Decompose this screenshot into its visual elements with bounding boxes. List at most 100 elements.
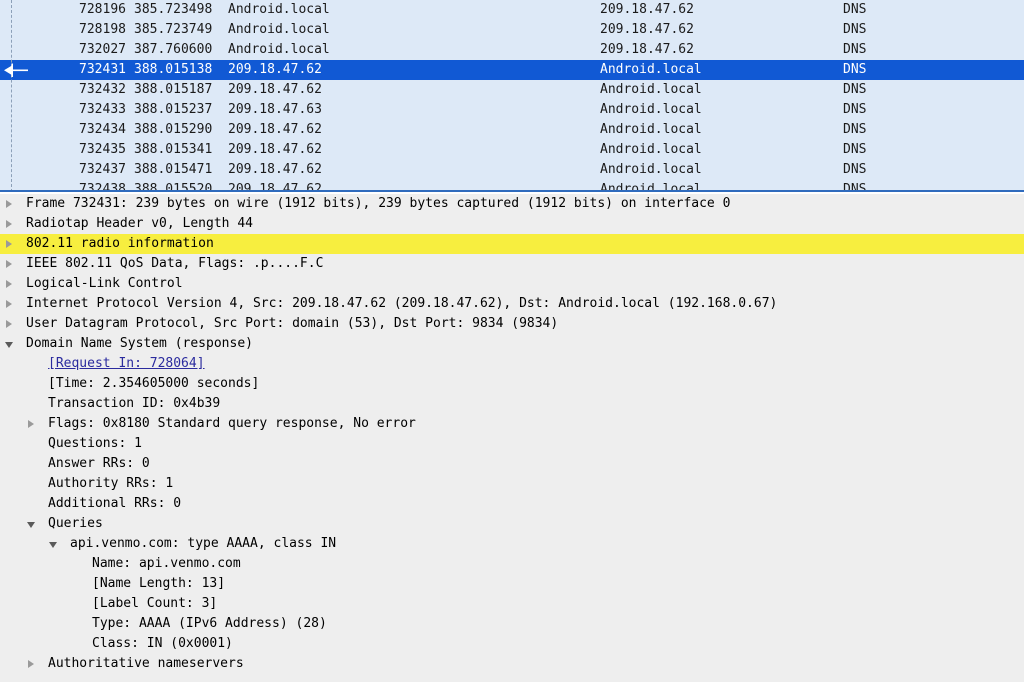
packet-no: 732437 [40, 160, 126, 180]
disclosure-triangle-right-icon[interactable] [2, 254, 16, 274]
packet-protocol: DNS [843, 60, 866, 80]
packet-detail-row[interactable]: Class: IN (0x0001) [0, 634, 1024, 654]
packet-detail-row[interactable]: User Datagram Protocol, Src Port: domain… [0, 314, 1024, 334]
packet-detail-label: [Label Count: 3] [92, 594, 217, 614]
packet-detail-label: Authority RRs: 1 [48, 474, 173, 494]
packet-list-row[interactable]: 732432388.015187209.18.47.62Android.loca… [0, 80, 1024, 100]
packet-detail-row[interactable]: Transaction ID: 0x4b39 [0, 394, 1024, 414]
disclosure-triangle-right-icon[interactable] [2, 194, 16, 214]
packet-time: 385.723749 [134, 20, 222, 40]
packet-destination: Android.local [600, 140, 702, 160]
packet-detail-row[interactable]: [Name Length: 13] [0, 574, 1024, 594]
packet-time: 388.015341 [134, 140, 222, 160]
packet-list-pane[interactable]: 728196385.723498Android.local209.18.47.6… [0, 0, 1024, 192]
packet-detail-row[interactable]: Domain Name System (response) [0, 334, 1024, 354]
packet-list-row[interactable]: 728198385.723749Android.local209.18.47.6… [0, 20, 1024, 40]
packet-detail-label: Type: AAAA (IPv6 Address) (28) [92, 614, 327, 634]
packet-destination: 209.18.47.62 [600, 0, 694, 20]
packet-detail-row[interactable]: Internet Protocol Version 4, Src: 209.18… [0, 294, 1024, 314]
packet-detail-row[interactable]: Frame 732431: 239 bytes on wire (1912 bi… [0, 194, 1024, 214]
packet-detail-row[interactable]: Additional RRs: 0 [0, 494, 1024, 514]
packet-destination: 209.18.47.62 [600, 40, 694, 60]
disclosure-triangle-down-icon[interactable] [2, 334, 16, 354]
disclosure-triangle-right-icon[interactable] [24, 414, 38, 434]
packet-list-row[interactable]: 732433 388.015237 209.18.47.63 Android.loca… [0, 100, 1024, 120]
packet-detail-label: Radiotap Header v0, Length 44 [26, 214, 253, 234]
packet-detail-row[interactable]: IEEE 802.11 QoS Data, Flags: .p....F.C [0, 254, 1024, 274]
packet-detail-label: Additional RRs: 0 [48, 494, 181, 514]
packet-detail-row[interactable]: Authoritative nameservers [0, 654, 1024, 674]
packet-list-row[interactable]: 732027387.760600Android.local209.18.47.6… [0, 40, 1024, 60]
packet-list-row[interactable]: 732431388.015138209.18.47.62Android.loca… [0, 60, 1024, 80]
packet-detail-row[interactable]: api.venmo.com: type AAAA, class IN [0, 534, 1024, 554]
packet-detail-row[interactable]: Type: AAAA (IPv6 Address) (28) [0, 614, 1024, 634]
packet-source: 209.18.47.63 [228, 100, 322, 120]
packet-list-row[interactable]: 732437388.015471209.18.47.62Android.loca… [0, 160, 1024, 180]
packet-detail-pane[interactable]: Frame 732431: 239 bytes on wire (1912 bi… [0, 194, 1024, 682]
disclosure-triangle-right-icon[interactable] [2, 234, 16, 254]
packet-detail-row[interactable]: Radiotap Header v0, Length 44 [0, 214, 1024, 234]
packet-no: 732435 [40, 140, 126, 160]
packet-detail-label: Flags: 0x8180 Standard query response, N… [48, 414, 416, 434]
packet-detail-row[interactable]: Authority RRs: 1 [0, 474, 1024, 494]
packet-list-row[interactable]: 728196385.723498Android.local209.18.47.6… [0, 0, 1024, 20]
request-in-link[interactable]: [Request In: 728064] [48, 354, 205, 374]
disclosure-triangle-right-icon[interactable] [24, 654, 38, 674]
packet-source: 209.18.47.62 [228, 120, 322, 140]
packet-destination: Android.local [600, 80, 702, 100]
disclosure-triangle-down-icon[interactable] [46, 534, 60, 554]
packet-detail-label: Domain Name System (response) [26, 334, 253, 354]
packet-detail-label: User Datagram Protocol, Src Port: domain… [26, 314, 558, 334]
disclosure-triangle-right-icon[interactable] [2, 274, 16, 294]
packet-source: Android.local [228, 0, 330, 20]
packet-detail-row[interactable]: [Request In: 728064] [0, 354, 1024, 374]
packet-detail-tree: Frame 732431: 239 bytes on wire (1912 bi… [0, 194, 1024, 674]
packet-detail-label: Answer RRs: 0 [48, 454, 150, 474]
packet-time: 388.015290 [134, 120, 222, 140]
packet-destination: Android.local [600, 100, 702, 120]
packet-time: 388.015237 [134, 100, 222, 120]
packet-detail-row[interactable]: Answer RRs: 0 [0, 454, 1024, 474]
packet-detail-label: [Time: 2.354605000 seconds] [48, 374, 259, 394]
packet-detail-label: Questions: 1 [48, 434, 142, 454]
packet-time: 387.760600 [134, 40, 222, 60]
packet-detail-label: Transaction ID: 0x4b39 [48, 394, 220, 414]
packet-protocol: DNS [843, 140, 866, 160]
packet-detail-label: Frame 732431: 239 bytes on wire (1912 bi… [26, 194, 730, 214]
packet-detail-row[interactable]: Questions: 1 [0, 434, 1024, 454]
packet-detail-row[interactable]: Name: api.venmo.com [0, 554, 1024, 574]
packet-protocol: DNS [843, 120, 866, 140]
packet-list-row[interactable]: 732434 388.015290 209.18.47.62 Android.loca… [0, 120, 1024, 140]
packet-no: 728196 [40, 0, 126, 20]
disclosure-triangle-down-icon[interactable] [24, 514, 38, 534]
packet-time: 388.015138 [134, 60, 222, 80]
packet-detail-row[interactable]: 802.11 radio information [0, 234, 1024, 254]
packet-no: 732434 [40, 120, 126, 140]
packet-no: 732433 [40, 100, 126, 120]
packet-detail-row[interactable]: Flags: 0x8180 Standard query response, N… [0, 414, 1024, 434]
pane-divider[interactable] [0, 190, 1024, 192]
packet-detail-label: Internet Protocol Version 4, Src: 209.18… [26, 294, 777, 314]
packet-no: 732431 [40, 60, 126, 80]
packet-detail-row[interactable]: [Time: 2.354605000 seconds] [0, 374, 1024, 394]
packet-detail-label: api.venmo.com: type AAAA, class IN [70, 534, 336, 554]
packet-protocol: DNS [843, 80, 866, 100]
packet-time: 388.015187 [134, 80, 222, 100]
packet-protocol: DNS [843, 0, 866, 20]
packet-list-row[interactable]: 732435388.015341209.18.47.62Android.loca… [0, 140, 1024, 160]
packet-source: 209.18.47.62 [228, 160, 322, 180]
disclosure-triangle-right-icon[interactable] [2, 214, 16, 234]
packet-detail-row[interactable]: Logical-Link Control [0, 274, 1024, 294]
packet-detail-row[interactable]: Queries [0, 514, 1024, 534]
packet-protocol: DNS [843, 20, 866, 40]
packet-detail-label: Authoritative nameservers [48, 654, 244, 674]
packet-detail-row[interactable]: [Label Count: 3] [0, 594, 1024, 614]
packet-detail-label: 802.11 radio information [26, 234, 214, 254]
disclosure-triangle-right-icon[interactable] [2, 314, 16, 334]
packet-time: 388.015471 [134, 160, 222, 180]
packet-detail-label: Class: IN (0x0001) [92, 634, 233, 654]
packet-destination: Android.local [600, 120, 702, 140]
packet-detail-label: IEEE 802.11 QoS Data, Flags: .p....F.C [26, 254, 323, 274]
disclosure-triangle-right-icon[interactable] [2, 294, 16, 314]
packet-protocol: DNS [843, 40, 866, 60]
